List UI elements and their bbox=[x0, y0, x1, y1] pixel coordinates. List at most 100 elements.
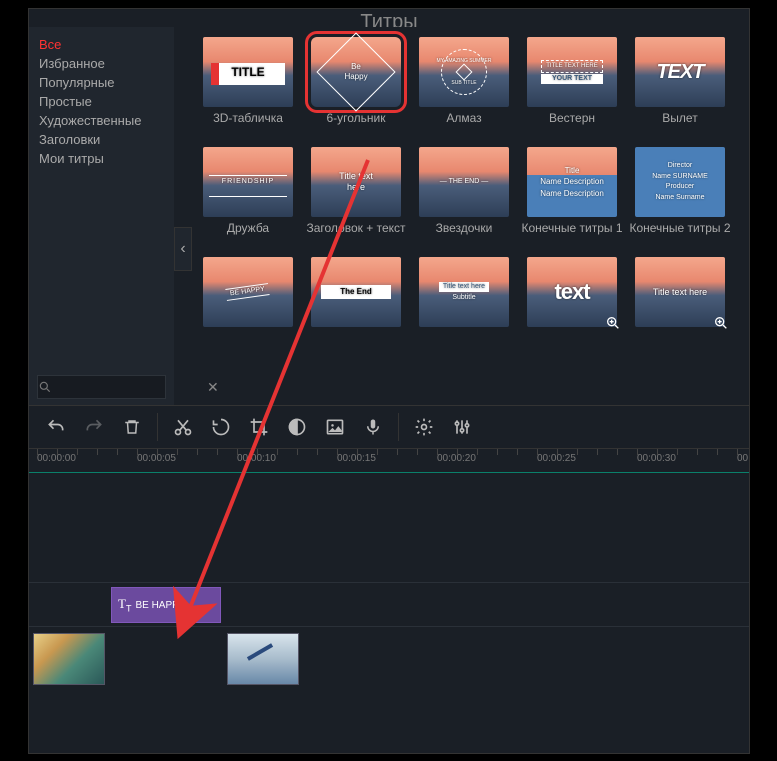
thumbnail-overlay-text: TEXT bbox=[656, 60, 703, 84]
timeline[interactable]: TT BE HAPPY bbox=[29, 473, 749, 751]
magnify-icon bbox=[713, 315, 729, 331]
thumbnail-overlay-text: The End bbox=[340, 287, 372, 297]
thumbnail-overlay-text: TITLE TEXT HEREYOUR TEXT bbox=[541, 60, 602, 85]
timeline-ruler[interactable]: 00:00:0000:00:0500:00:1000:00:1500:00:20… bbox=[29, 449, 749, 473]
title-thumbnail: FRIENDSHIP bbox=[203, 147, 293, 217]
undo-button[interactable] bbox=[39, 410, 73, 444]
thumbnail-overlay-text: Title text here bbox=[653, 287, 707, 298]
title-card[interactable]: MY AMAZING SUMMERSUB TITLE Алмаз bbox=[412, 37, 516, 139]
title-card-label: 6-угольник bbox=[304, 111, 408, 139]
separator bbox=[157, 413, 158, 441]
title-clip-label: BE HAPPY bbox=[135, 600, 185, 611]
thumbnail-overlay-text: Director Name SURNAME Producer Name Surn… bbox=[652, 161, 708, 203]
title-thumbnail: Be Happy bbox=[311, 37, 401, 107]
settings-button[interactable] bbox=[407, 410, 441, 444]
title-card[interactable]: text bbox=[520, 257, 624, 359]
delete-button[interactable] bbox=[115, 410, 149, 444]
title-clip[interactable]: TT BE HAPPY bbox=[111, 587, 221, 623]
title-card-label: Дружба bbox=[196, 221, 300, 249]
title-card[interactable]: Title text hereSubtitle bbox=[412, 257, 516, 359]
thumbnail-overlay-text: Be Happy bbox=[344, 62, 367, 81]
title-card-label bbox=[412, 331, 516, 359]
title-card[interactable]: BE HAPPY bbox=[196, 257, 300, 359]
panel-title: Титры bbox=[29, 9, 749, 27]
thumbnail-overlay-text: — THE END — bbox=[440, 178, 489, 186]
toolbar bbox=[29, 405, 749, 449]
cut-button[interactable] bbox=[166, 410, 200, 444]
search-input[interactable] bbox=[52, 376, 207, 398]
thumbnail-overlay-text: Title text here bbox=[339, 171, 373, 193]
sidebar-item-my-titles[interactable]: Мои титры bbox=[39, 149, 174, 168]
title-card-label: Звездочки bbox=[412, 221, 516, 249]
category-sidebar: Все Избранное Популярные Простые Художес… bbox=[29, 27, 174, 405]
ruler-tick: 00:00:35 bbox=[737, 453, 749, 464]
title-thumbnail: TITLE bbox=[203, 37, 293, 107]
sidebar-item-favorites[interactable]: Избранное bbox=[39, 54, 174, 73]
title-card[interactable]: The End bbox=[304, 257, 408, 359]
sidebar-item-headings[interactable]: Заголовки bbox=[39, 130, 174, 149]
text-icon: TT bbox=[118, 596, 131, 614]
title-card-label bbox=[520, 331, 624, 359]
track-video[interactable] bbox=[29, 629, 749, 689]
title-card-label: Конечные титры 1 bbox=[520, 221, 624, 249]
title-thumbnail: TITLE TEXT HEREYOUR TEXT bbox=[527, 37, 617, 107]
thumbnail-overlay-text: Title text hereSubtitle bbox=[439, 282, 489, 303]
thumbnail-overlay-text: MY AMAZING SUMMERSUB TITLE bbox=[437, 58, 492, 86]
title-thumbnail: Title text hereSubtitle bbox=[419, 257, 509, 327]
rotate-button[interactable] bbox=[204, 410, 238, 444]
video-clip-2[interactable] bbox=[227, 633, 299, 685]
title-thumbnail: Title text here bbox=[311, 147, 401, 217]
adjustments-button[interactable] bbox=[445, 410, 479, 444]
title-thumbnail: text bbox=[527, 257, 617, 327]
title-card[interactable]: Title text here Заголовок + текст bbox=[304, 147, 408, 249]
image-button[interactable] bbox=[318, 410, 352, 444]
title-card[interactable]: — THE END — Звездочки bbox=[412, 147, 516, 249]
color-adjust-button[interactable] bbox=[280, 410, 314, 444]
title-card-label: Конечные титры 2 bbox=[628, 221, 732, 249]
title-card[interactable]: Title text here bbox=[628, 257, 732, 359]
magnify-icon bbox=[605, 315, 621, 331]
track-titles[interactable]: TT BE HAPPY bbox=[29, 583, 749, 627]
title-card-label bbox=[304, 331, 408, 359]
thumbnail-overlay-text: Title Name Description Name Description bbox=[540, 165, 604, 199]
title-thumbnail: TEXT bbox=[635, 37, 725, 107]
title-card-label: 3D-табличка bbox=[196, 111, 300, 139]
title-card-label: Заголовок + текст bbox=[304, 221, 408, 249]
title-card[interactable]: FRIENDSHIP Дружба bbox=[196, 147, 300, 249]
title-thumbnail: BE HAPPY bbox=[203, 257, 293, 327]
title-card[interactable]: Director Name SURNAME Producer Name Surn… bbox=[628, 147, 732, 249]
thumbnail-overlay-text: FRIENDSHIP bbox=[222, 178, 274, 186]
title-thumbnail: MY AMAZING SUMMERSUB TITLE bbox=[419, 37, 509, 107]
chevron-left-icon: ‹ bbox=[180, 240, 185, 258]
thumbnail-overlay-text: TITLE bbox=[231, 65, 264, 79]
title-card[interactable]: Be Happy 6-угольник bbox=[304, 37, 408, 139]
title-card[interactable]: Title Name Description Name Description К… bbox=[520, 147, 624, 249]
title-card[interactable]: TITLE 3D-табличка bbox=[196, 37, 300, 139]
titles-grid: TITLE3D-табличкаBe Happy6-угольникMY AMA… bbox=[174, 27, 749, 405]
title-card[interactable]: TITLE TEXT HEREYOUR TEXTВестерн bbox=[520, 37, 624, 139]
search-icon bbox=[38, 376, 52, 398]
title-thumbnail: The End bbox=[311, 257, 401, 327]
track-empty[interactable] bbox=[29, 473, 749, 583]
crop-button[interactable] bbox=[242, 410, 276, 444]
title-thumbnail: Title Name Description Name Description bbox=[527, 147, 617, 217]
sidebar-item-all[interactable]: Все bbox=[39, 35, 174, 54]
collapse-sidebar-button[interactable]: ‹ bbox=[174, 227, 192, 271]
title-thumbnail: — THE END — bbox=[419, 147, 509, 217]
title-card[interactable]: TEXT Вылет bbox=[628, 37, 732, 139]
title-card-label bbox=[196, 331, 300, 359]
title-card-label: Вылет bbox=[628, 111, 732, 139]
title-card-label bbox=[628, 331, 732, 359]
microphone-button[interactable] bbox=[356, 410, 390, 444]
title-card-label: Алмаз bbox=[412, 111, 516, 139]
title-thumbnail: Director Name SURNAME Producer Name Surn… bbox=[635, 147, 725, 217]
thumbnail-overlay-text: text bbox=[554, 279, 589, 305]
sidebar-item-simple[interactable]: Простые bbox=[39, 92, 174, 111]
sidebar-item-artistic[interactable]: Художественные bbox=[39, 111, 174, 130]
title-thumbnail: Title text here bbox=[635, 257, 725, 327]
video-clip-1[interactable] bbox=[33, 633, 105, 685]
redo-button[interactable] bbox=[77, 410, 111, 444]
clear-search-icon[interactable]: ✕ bbox=[207, 376, 219, 398]
sidebar-item-popular[interactable]: Популярные bbox=[39, 73, 174, 92]
separator bbox=[398, 413, 399, 441]
